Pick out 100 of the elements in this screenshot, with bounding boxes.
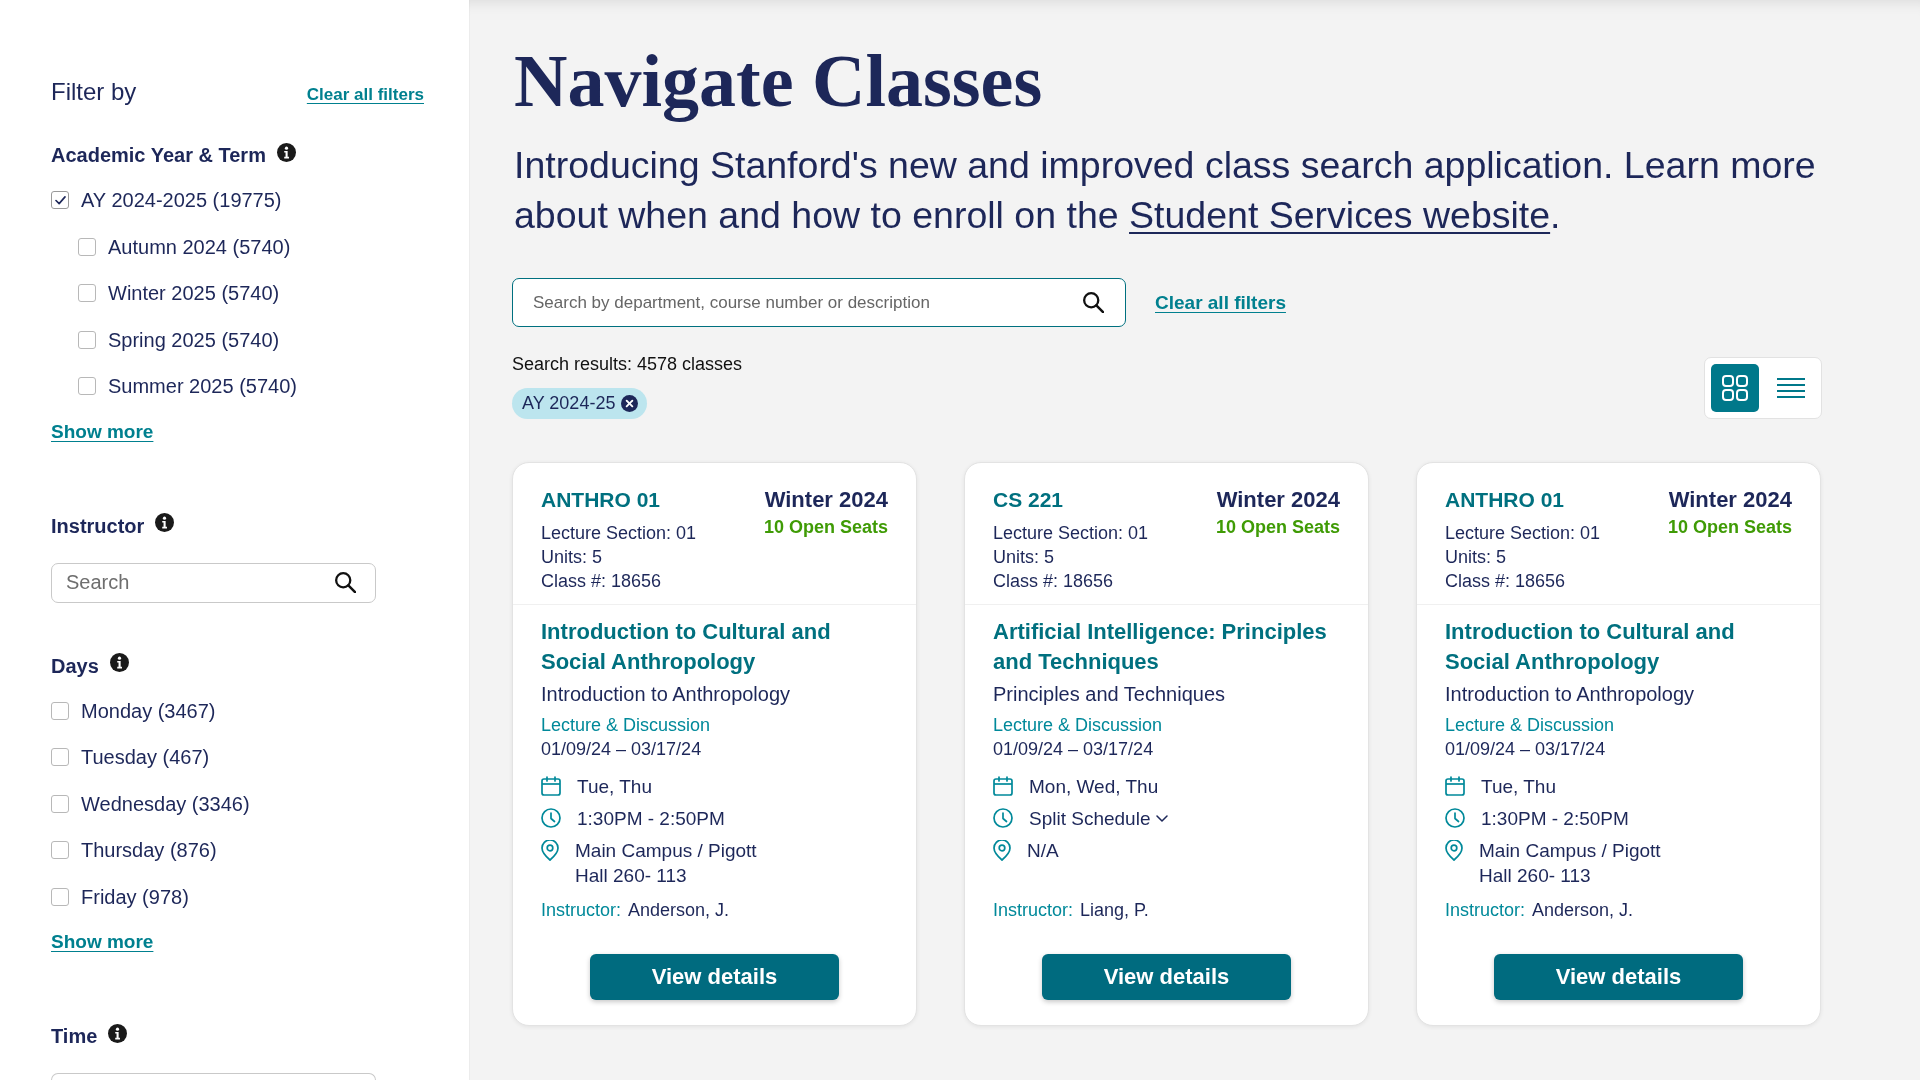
date-range: 01/09/24 – 03/17/24 (1445, 738, 1606, 761)
checkbox[interactable] (51, 748, 69, 767)
clear-filters-link[interactable]: Clear all filters (1155, 291, 1286, 314)
close-icon[interactable] (621, 395, 639, 412)
page-title: Navigate Classes (514, 41, 1044, 121)
location-pin-icon (993, 840, 1011, 861)
calendar-icon (541, 776, 561, 796)
section-heading: Instructor (51, 513, 145, 539)
option-label: Autumn 2024 (5740) (108, 234, 291, 260)
location-pin-icon (1445, 840, 1463, 861)
checkbox[interactable] (51, 191, 69, 210)
clock-icon (1445, 808, 1465, 828)
show-more-link[interactable]: Show more (51, 419, 154, 444)
section-heading: Days (51, 653, 99, 679)
info-icon (155, 513, 175, 532)
course-subtitle: Introduction to Anthropology (1445, 682, 1695, 707)
class-number: Class #: 18656 (1445, 570, 1567, 593)
option-label: Wednesday (3346) (81, 791, 250, 817)
view-details-button[interactable]: View details (1494, 954, 1743, 1000)
show-more-link[interactable]: Show more (51, 930, 154, 954)
days-text: Tue, Thu (577, 775, 652, 799)
view-details-button[interactable]: View details (1042, 954, 1291, 1000)
days-text: Tue, Thu (1481, 775, 1556, 799)
checkbox[interactable] (78, 237, 96, 256)
instructor-text: Instructor: Liang, P. (993, 899, 1149, 922)
view-details-button[interactable]: View details (590, 954, 839, 1000)
option-label: Spring 2025 (5740) (108, 327, 280, 353)
option-label: Thursday (876) (81, 838, 217, 864)
intro-text: Introducing Stanford's new and improved class search application. Learn more about when and how to enroll on the Student Services website. (514, 143, 1817, 238)
clear-filters-link[interactable]: Clear all filters (306, 85, 424, 105)
course-title: Introduction to Cultural and Social Anthropology (1445, 618, 1736, 676)
format-label: Lecture & Discussion (1445, 714, 1615, 737)
location-text: Main Campus / Pigott Hall 260- 113 (575, 839, 758, 888)
units-text: Units: 5 (541, 546, 604, 569)
search-field[interactable]: Search by department, course number or description (512, 278, 1126, 327)
option-label: Summer 2025 (5740) (108, 374, 297, 400)
instructor-text: Instructor: Anderson, J. (1445, 899, 1634, 922)
units-text: Units: 5 (993, 546, 1056, 569)
section-text: Lecture Section: 01 (541, 522, 697, 545)
format-label: Lecture & Discussion (993, 714, 1163, 737)
class-number: Class #: 18656 (541, 570, 663, 593)
course-code: CS 221 (993, 487, 1065, 513)
date-range: 01/09/24 – 03/17/24 (541, 738, 702, 761)
checkbox[interactable] (78, 284, 96, 303)
term-label: Winter 2024 (1216, 487, 1340, 513)
days-text: Mon, Wed, Thu (1029, 775, 1159, 799)
calendar-icon (1445, 776, 1465, 796)
grid-view-button[interactable] (1711, 364, 1759, 412)
option-label: Monday (3467) (81, 698, 216, 724)
input-field[interactable] (51, 1073, 376, 1080)
info-icon (276, 142, 296, 162)
clock-icon (541, 808, 561, 828)
time-text: 1:30PM - 2:50PM (1481, 807, 1629, 831)
option-label: Tuesday (467) (81, 745, 210, 771)
info-icon (108, 1023, 128, 1043)
course-code: ANTHRO 01 (1445, 487, 1566, 513)
course-code: ANTHRO 01 (541, 487, 662, 513)
section-heading: Academic Year & Term (51, 143, 266, 168)
open-seats: 10 Open Seats (763, 517, 888, 537)
course-title: Artificial Intelligence: Principles and Techniques (993, 618, 1328, 676)
open-seats: 10 Open Seats (1215, 517, 1340, 537)
checkbox[interactable] (51, 887, 69, 906)
calendar-icon (993, 776, 1013, 796)
check-icon (54, 195, 66, 205)
student-services-link[interactable]: Student Services website (1129, 194, 1551, 236)
course-subtitle: Introduction to Anthropology (541, 682, 791, 707)
instructor-text: Instructor: Anderson, J. (541, 899, 730, 922)
location-text: N/A (1027, 839, 1059, 863)
checkbox[interactable] (78, 330, 96, 349)
term-label: Winter 2024 (764, 487, 888, 513)
section-heading: Time (51, 1024, 98, 1049)
grid-icon (1722, 375, 1748, 401)
filter-heading: Filter by (51, 77, 137, 107)
checkbox[interactable] (51, 701, 69, 720)
section-text: Lecture Section: 01 (993, 522, 1149, 545)
checkbox[interactable] (51, 841, 69, 860)
option-label: AY 2024-2025 (19775) (81, 188, 282, 214)
time-text: 1:30PM - 2:50PM (577, 807, 725, 831)
location-text: Main Campus / Pigott Hall 260- 113 (1479, 839, 1662, 888)
filter-chip[interactable]: AY 2024-25 (512, 388, 648, 419)
units-text: Units: 5 (1445, 546, 1508, 569)
format-label: Lecture & Discussion (541, 714, 711, 737)
checkbox[interactable] (51, 794, 69, 813)
schedule-toggle[interactable]: Split Schedule (1029, 806, 1169, 831)
date-range: 01/09/24 – 03/17/24 (993, 738, 1154, 761)
list-icon (1777, 378, 1805, 398)
location-pin-icon (541, 840, 559, 861)
section-text: Lecture Section: 01 (1445, 522, 1601, 545)
open-seats: 10 Open Seats (1667, 517, 1792, 537)
option-label: Friday (978) (81, 884, 189, 910)
search-icon[interactable] (1083, 292, 1104, 313)
results-count: Search results: 4578 classes (512, 353, 743, 376)
checkbox[interactable] (78, 377, 96, 396)
info-icon (109, 653, 129, 672)
clock-icon (993, 808, 1013, 828)
course-title: Introduction to Cultural and Social Anthropology (541, 618, 832, 676)
option-label: Winter 2025 (5740) (108, 281, 280, 307)
search-icon[interactable] (335, 572, 356, 593)
class-number: Class #: 18656 (993, 570, 1115, 593)
course-subtitle: Principles and Techniques (993, 682, 1225, 707)
